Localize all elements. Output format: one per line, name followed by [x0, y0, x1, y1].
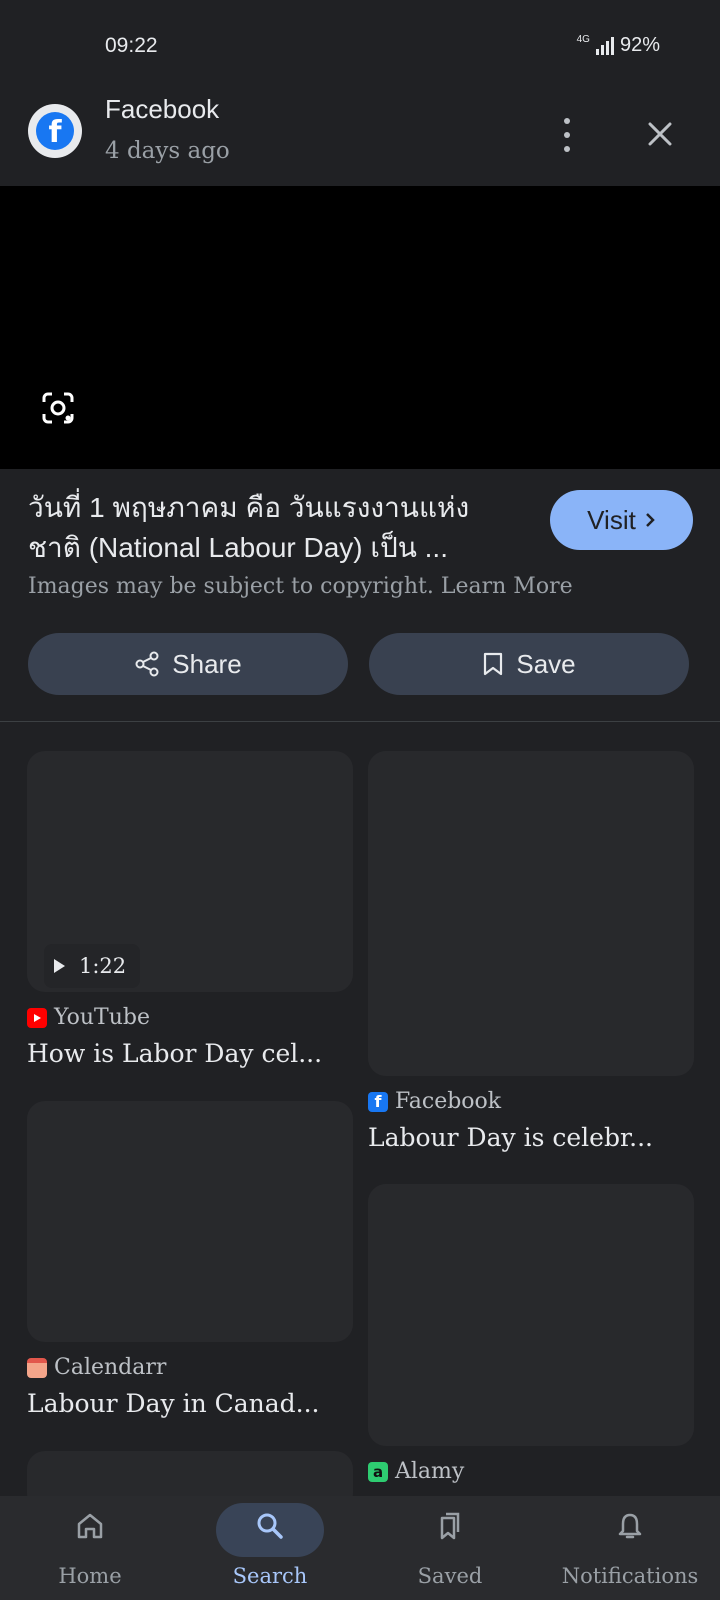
- facebook-icon: f: [368, 1091, 388, 1112]
- result-title[interactable]: How is Labor Day cel...: [27, 1039, 322, 1068]
- close-icon[interactable]: [642, 116, 678, 152]
- nav-item-saved[interactable]: Saved: [360, 1496, 540, 1600]
- result-source-label: Calendarr: [54, 1355, 167, 1380]
- image-caption: วันที่ 1 พฤษภาคม คือ วันแรงงานแห่ง ชาติ …: [28, 488, 518, 568]
- result-thumbnail-alamy[interactable]: [368, 1184, 694, 1446]
- nav-label: Home: [58, 1564, 122, 1588]
- share-icon: [135, 651, 159, 677]
- home-icon: [77, 1513, 103, 1539]
- result-source: YouTube: [27, 1005, 150, 1030]
- nav-label: Search: [232, 1564, 308, 1588]
- result-title[interactable]: Labour Day is celebr...: [368, 1123, 653, 1152]
- divider: [0, 721, 720, 722]
- nav-label: Notifications: [561, 1564, 699, 1588]
- chevron-right-icon: [645, 513, 655, 527]
- signal-icon: [595, 36, 614, 55]
- saved-icon: [440, 1512, 460, 1540]
- copyright-notice[interactable]: Images may be subject to copyright. Lear…: [28, 574, 573, 599]
- image-preview[interactable]: [0, 186, 720, 469]
- status-indicators: 4G 92%: [577, 34, 660, 57]
- battery-level: 92%: [619, 34, 660, 56]
- result-title[interactable]: Labour Day in Canad...: [27, 1389, 320, 1418]
- save-button[interactable]: Save: [369, 633, 689, 695]
- bell-icon: [618, 1513, 642, 1539]
- video-duration-badge: 1:22: [44, 944, 141, 988]
- caption-line-1: วันที่ 1 พฤษภาคม คือ วันแรงงานแห่ง: [28, 492, 470, 523]
- bookmark-icon: [484, 652, 503, 676]
- nav-label: Saved: [417, 1564, 483, 1588]
- status-time: 09:22: [105, 34, 158, 57]
- visit-label: Visit: [587, 504, 636, 535]
- more-options-icon[interactable]: [560, 118, 574, 152]
- result-source: a Alamy: [368, 1459, 464, 1484]
- result-thumbnail-calendarr[interactable]: [27, 1101, 353, 1342]
- nav-item-home[interactable]: Home: [0, 1496, 180, 1600]
- result-source-label: YouTube: [54, 1005, 150, 1030]
- search-icon: [257, 1513, 283, 1539]
- facebook-logo-icon: f: [28, 104, 82, 158]
- network-type: 4G: [576, 34, 590, 45]
- save-label: Save: [516, 648, 576, 679]
- visit-button[interactable]: Visit: [550, 490, 693, 550]
- result-thumbnail-facebook[interactable]: [368, 751, 694, 1076]
- share-label: Share: [172, 648, 242, 679]
- bottom-navigation: Home Search Saved Notifications: [0, 1496, 720, 1600]
- result-source-label: Alamy: [395, 1459, 465, 1484]
- result-source: f Facebook: [368, 1089, 501, 1114]
- nav-item-search[interactable]: Search: [180, 1496, 360, 1600]
- source-title: Facebook: [105, 94, 220, 124]
- play-icon: [54, 959, 65, 973]
- calendar-icon: [27, 1357, 47, 1378]
- lens-icon[interactable]: [40, 390, 76, 426]
- status-bar: 09:22 4G 92%: [0, 0, 720, 90]
- caption-line-2: ชาติ (National Labour Day) เป็น ...: [28, 532, 448, 563]
- youtube-icon: [27, 1007, 47, 1028]
- result-source: Calendarr: [27, 1355, 166, 1380]
- result-header: f Facebook 4 days ago: [0, 90, 720, 186]
- source-time: 4 days ago: [105, 138, 230, 164]
- video-duration: 1:22: [79, 954, 127, 978]
- alamy-icon: a: [368, 1461, 388, 1482]
- nav-item-notifications[interactable]: Notifications: [540, 1496, 720, 1600]
- share-button[interactable]: Share: [28, 633, 348, 695]
- result-source-label: Facebook: [395, 1089, 502, 1114]
